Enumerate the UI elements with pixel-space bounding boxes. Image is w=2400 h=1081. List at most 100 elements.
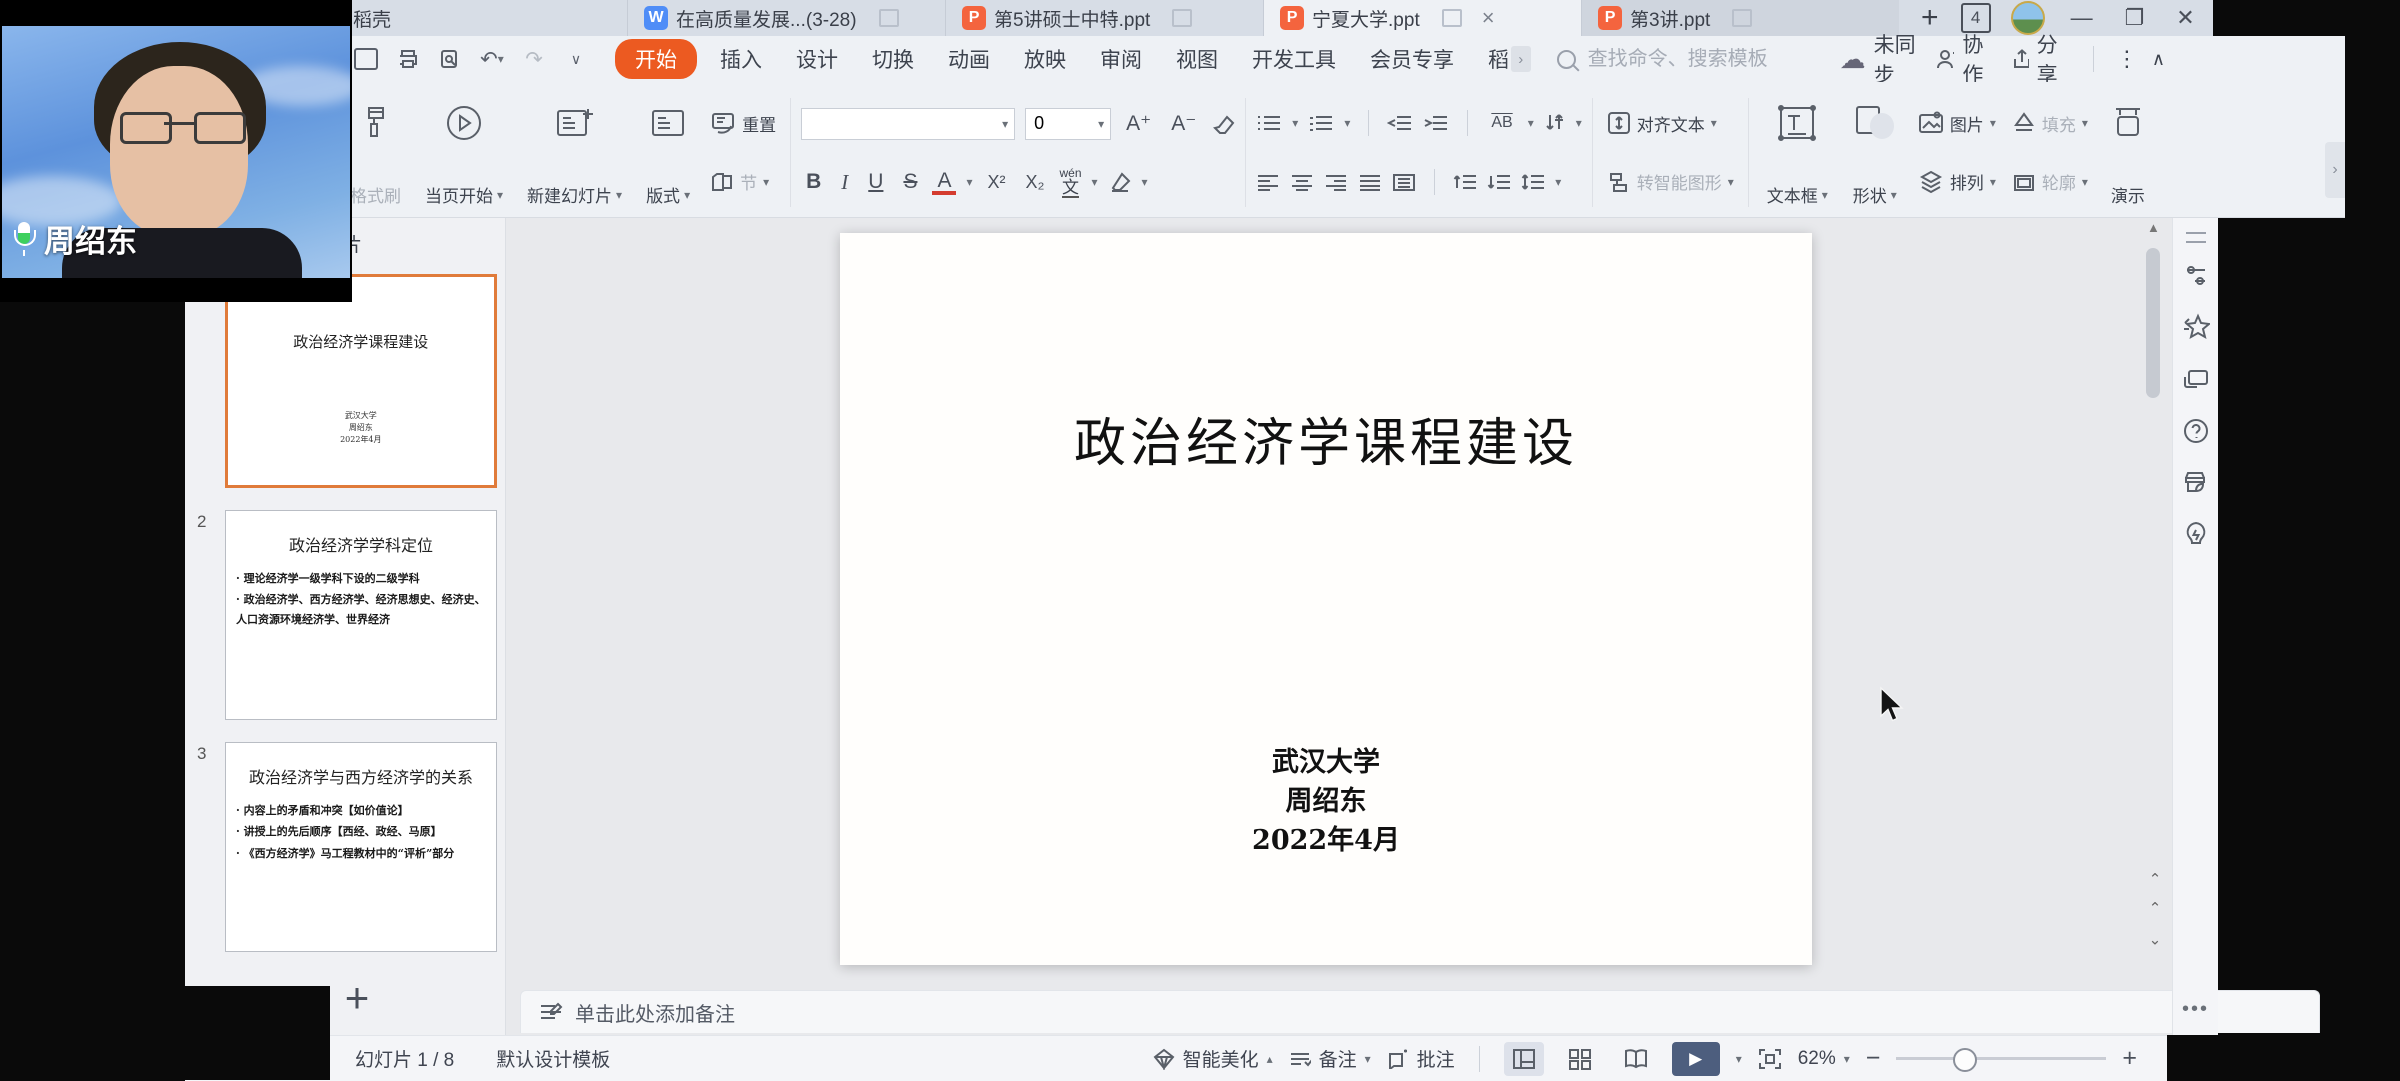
close-button[interactable]: ✕ bbox=[2170, 5, 2200, 31]
pinyin-guide-button[interactable]: wén 文 bbox=[1060, 167, 1082, 198]
slide-thumbnail-1[interactable]: 政治经济学课程建设 武汉大学 周绍东 2022年4月 bbox=[225, 274, 497, 488]
previous-slide-icon[interactable]: ⌃ bbox=[2142, 866, 2168, 895]
increase-font-icon[interactable]: A⁺ bbox=[1121, 111, 1156, 136]
print-icon[interactable] bbox=[395, 46, 421, 72]
normal-view-button[interactable] bbox=[1504, 1042, 1544, 1076]
line-spacing-down-icon[interactable] bbox=[1487, 173, 1511, 191]
customize-quickbar-icon[interactable]: ∨ bbox=[563, 46, 589, 72]
notes-toggle-button[interactable]: 备注 ▾ bbox=[1289, 1045, 1371, 1072]
slide-thumbnail-2[interactable]: 政治经济学学科定位 · 理论经济学一级学科下设的二级学科 · 政治经济学、西方经… bbox=[225, 510, 497, 720]
slideshow-play-dropdown[interactable]: ▾ bbox=[1736, 1052, 1742, 1066]
italic-button[interactable]: I bbox=[836, 170, 853, 195]
outline-button[interactable]: 轮廓▾ bbox=[2008, 167, 2092, 196]
menu-devtools[interactable]: 开发工具 bbox=[1235, 40, 1353, 78]
scroll-up-icon[interactable]: ▲ bbox=[2147, 220, 2160, 235]
decrease-font-icon[interactable]: A⁻ bbox=[1166, 111, 1201, 136]
font-size-combo[interactable]: ▾ bbox=[1025, 108, 1111, 140]
notes-bar[interactable]: 单击此处添加备注 bbox=[520, 990, 2320, 1033]
more-options-icon[interactable]: ⋮ bbox=[2116, 46, 2138, 72]
font-size-input[interactable] bbox=[1032, 112, 1092, 135]
menu-slideshow[interactable]: 放映 bbox=[1007, 40, 1083, 78]
sidebar-more-icon[interactable]: ••• bbox=[2173, 998, 2218, 1021]
menu-transition[interactable]: 切换 bbox=[855, 40, 931, 78]
scrollbar-thumb[interactable] bbox=[2146, 248, 2160, 398]
sidebar-drag-handle[interactable] bbox=[2186, 232, 2206, 243]
menu-animation[interactable]: 动画 bbox=[931, 40, 1007, 78]
shapes-button[interactable]: 形状▾ bbox=[1840, 88, 1910, 217]
menu-design[interactable]: 设计 bbox=[779, 40, 855, 78]
zoom-out-button[interactable]: − bbox=[1866, 1044, 1881, 1073]
webcam-overlay[interactable]: 周绍东 bbox=[0, 0, 352, 302]
redo-icon[interactable]: ↷ bbox=[521, 46, 547, 72]
zoom-slider-thumb[interactable] bbox=[1953, 1048, 1977, 1072]
font-color-button[interactable]: A bbox=[932, 170, 956, 195]
tab-close-icon[interactable]: × bbox=[1482, 5, 1495, 31]
template-name[interactable]: 默认设计模板 bbox=[496, 1045, 610, 1072]
align-left-icon[interactable] bbox=[1256, 173, 1280, 191]
slide-layout-button[interactable]: 版式▾ bbox=[634, 88, 702, 217]
align-right-icon[interactable] bbox=[1324, 173, 1348, 191]
subscript-button[interactable]: X₂ bbox=[1021, 172, 1050, 193]
search-input[interactable] bbox=[1586, 47, 1840, 72]
play-from-current-button[interactable]: 当页开始▾ bbox=[413, 88, 515, 217]
inspiration-icon[interactable] bbox=[2173, 509, 2218, 561]
menu-review[interactable]: 审阅 bbox=[1083, 40, 1159, 78]
save-icon[interactable] bbox=[353, 46, 379, 72]
slide-thumbnail-3[interactable]: 政治经济学与西方经济学的关系 · 内容上的矛盾和冲突【如价值论】 · 讲授上的先… bbox=[225, 742, 497, 952]
slideshow-play-button[interactable]: ▶ bbox=[1672, 1042, 1720, 1076]
tab-writer-doc[interactable]: W 在高质量发展...(3-28) bbox=[627, 0, 945, 36]
new-slide-button[interactable]: 新建幻灯片▾ bbox=[515, 88, 634, 217]
underline-button[interactable]: U bbox=[863, 170, 888, 194]
font-name-input[interactable] bbox=[808, 112, 996, 135]
print-preview-icon[interactable] bbox=[437, 46, 463, 72]
text-direction-icon[interactable] bbox=[1544, 112, 1566, 134]
menu-view[interactable]: 视图 bbox=[1159, 40, 1235, 78]
comments-button[interactable]: 批注 bbox=[1387, 1045, 1455, 1072]
section-button[interactable]: 节▾ bbox=[706, 167, 780, 196]
restore-button[interactable]: ❐ bbox=[2119, 5, 2151, 31]
line-spacing-up-icon[interactable] bbox=[1453, 173, 1477, 191]
cast-screen-icon[interactable] bbox=[2173, 353, 2218, 405]
next-slide-icon[interactable]: ⌃ bbox=[2142, 895, 2168, 924]
zoom-level[interactable]: 62% ▾ bbox=[1798, 1048, 1850, 1070]
smart-graphic-button[interactable]: 转智能图形▾ bbox=[1603, 167, 1738, 196]
bullet-list-icon[interactable] bbox=[1256, 113, 1282, 133]
tab-ppt-doc-1[interactable]: P 第5讲硕士中特.ppt bbox=[945, 0, 1263, 36]
current-slide[interactable]: 政治经济学课程建设 武汉大学 周绍东 2022年4月 bbox=[840, 233, 1812, 965]
distribute-icon[interactable] bbox=[1392, 173, 1416, 191]
object-properties-icon[interactable] bbox=[2173, 249, 2218, 301]
canvas-scrollbar[interactable]: ▲ ⌃ ⌃ ⌃ bbox=[2140, 218, 2170, 1035]
char-spacing-button[interactable]: AB bbox=[1486, 114, 1517, 132]
slide-subtitle[interactable]: 武汉大学 周绍东 2022年4月 bbox=[840, 743, 1812, 860]
collaborate-button[interactable]: 协作 bbox=[1935, 29, 1997, 89]
menu-insert[interactable]: 插入 bbox=[703, 40, 779, 78]
text-box-button[interactable]: 文本框▾ bbox=[1755, 88, 1840, 217]
zoom-slider[interactable] bbox=[1896, 1057, 2106, 1060]
slide-title[interactable]: 政治经济学课程建设 bbox=[840, 401, 1812, 476]
justify-icon[interactable] bbox=[1358, 173, 1382, 191]
smart-beautify-button[interactable]: 智能美化 ▴ bbox=[1153, 1045, 1273, 1072]
menu-membership[interactable]: 会员专享 bbox=[1353, 40, 1471, 78]
highlight-button[interactable] bbox=[1108, 171, 1132, 193]
fit-window-icon[interactable] bbox=[1758, 1048, 1782, 1070]
share-button[interactable]: 分享 bbox=[2011, 29, 2071, 89]
slide-sorter-view-button[interactable] bbox=[1560, 1042, 1600, 1076]
slide-canvas[interactable]: 政治经济学课程建设 武汉大学 周绍东 2022年4月 bbox=[505, 218, 2140, 990]
tab-ppt-doc-active[interactable]: P 宁夏大学.ppt × bbox=[1263, 0, 1581, 36]
align-center-icon[interactable] bbox=[1290, 173, 1314, 191]
undo-icon[interactable]: ↶▾ bbox=[479, 46, 505, 72]
reset-button[interactable]: 重置 bbox=[706, 109, 780, 138]
bold-button[interactable]: B bbox=[801, 170, 826, 194]
ribbon-expand-chevron[interactable]: › bbox=[2325, 142, 2345, 198]
fill-button[interactable]: 填充▾ bbox=[2008, 109, 2092, 138]
command-search[interactable] bbox=[1557, 47, 1840, 72]
picture-button[interactable]: 图片▾ bbox=[1914, 109, 2000, 138]
superscript-button[interactable]: X² bbox=[983, 172, 1011, 193]
font-name-combo[interactable]: ▾ bbox=[801, 108, 1015, 140]
numbered-list-icon[interactable] bbox=[1308, 113, 1334, 133]
decrease-indent-icon[interactable] bbox=[1387, 113, 1413, 133]
beautify-collapse-icon[interactable]: ▴ bbox=[1267, 1052, 1273, 1066]
reading-view-button[interactable] bbox=[1616, 1042, 1656, 1076]
resource-store-icon[interactable] bbox=[2173, 457, 2218, 509]
help-icon[interactable] bbox=[2173, 405, 2218, 457]
